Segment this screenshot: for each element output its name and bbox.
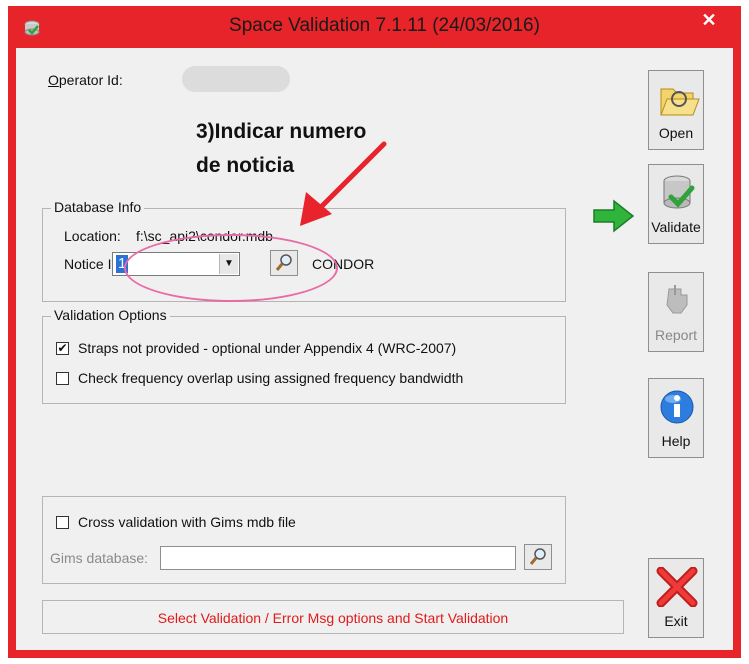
client-area: Operator Id: 3)Indicar numero de noticia… [16,48,733,650]
close-button[interactable]: ✕ [687,6,731,34]
validate-button-label: Validate [651,219,701,235]
cross-validation-group [42,496,566,584]
close-icon: ✕ [701,10,717,30]
window-title: Space Validation 7.1.11 (24/03/2016) [229,15,540,36]
red-x-icon [656,567,698,607]
gims-database-input[interactable] [160,546,516,570]
help-button-label: Help [661,433,691,449]
straps-checkbox[interactable]: ✔ [56,342,69,355]
open-button[interactable]: Open [648,70,704,150]
database-check-icon [663,175,695,209]
green-arrow-icon [593,199,635,233]
operator-id-label: Operator Id: [48,72,123,88]
exit-button[interactable]: Exit [648,558,704,638]
validate-button[interactable]: Validate [648,164,704,244]
search-icon [529,548,546,565]
cross-validation-checkbox[interactable] [56,516,69,529]
frequency-overlap-label: Check frequency overlap using assigned f… [78,370,464,386]
status-bar: Select Validation / Error Msg options an… [42,600,624,634]
frequency-overlap-checkbox[interactable] [56,372,69,385]
operator-id-label-rest: perator Id: [58,72,123,88]
location-label: Location: [64,228,121,244]
gims-search-button[interactable] [524,544,552,570]
status-message: Select Validation / Error Msg options an… [157,610,509,626]
annotation-arrow-icon [300,141,387,226]
pointing-hand-icon [666,285,688,314]
open-button-label: Open [658,125,694,141]
help-button[interactable]: Help [648,378,704,458]
database-info-title: Database Info [51,199,145,215]
notice-id-label: Notice Id [64,256,120,272]
validation-options-group: Validation Options [42,307,566,404]
title-bar[interactable]: Space Validation 7.1.11 (24/03/2016) ✕ [8,6,741,48]
straps-option-label: Straps not provided - optional under App… [78,340,457,356]
folder-icon [660,88,700,116]
annotation-line-2: de noticia [196,154,295,177]
exit-button-label: Exit [664,613,688,629]
operator-id-field[interactable] [182,66,290,92]
report-button-label: Report [654,327,698,343]
app-window: Space Validation 7.1.11 (24/03/2016) ✕ O… [8,6,741,658]
annotation-ellipse [124,234,338,302]
validation-options-title: Validation Options [51,307,170,323]
report-button[interactable]: Report [648,272,704,352]
operator-id-access-key: O [48,72,59,88]
cross-validation-label: Cross validation with Gims mdb file [78,514,296,530]
gims-database-label: Gims database: [50,550,149,566]
info-icon [660,390,694,424]
